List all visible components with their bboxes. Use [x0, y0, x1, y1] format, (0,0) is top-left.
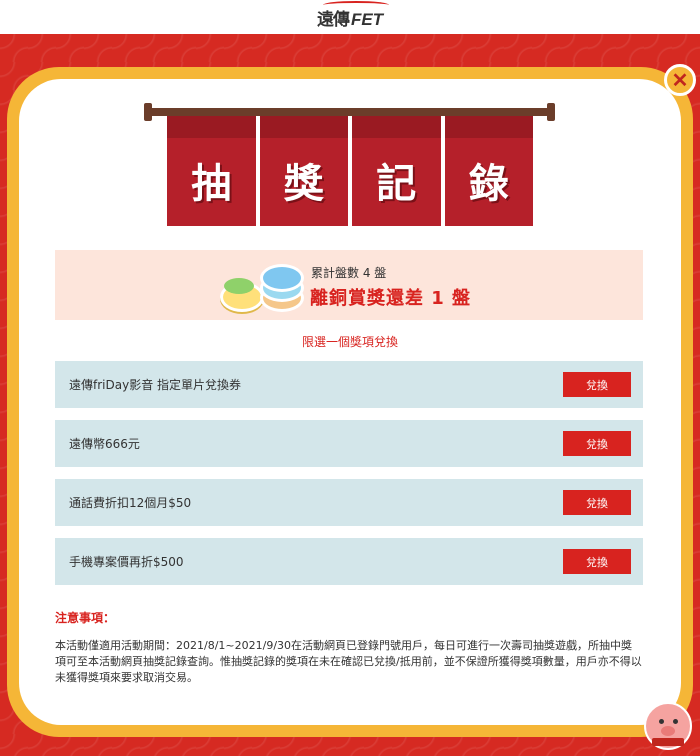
prize-row: 遠傳幣666元 兌換: [55, 420, 643, 467]
top-header: 遠傳 FET: [0, 0, 700, 34]
banner-rod-cap-right: [547, 103, 555, 121]
banner-char: 記: [376, 161, 417, 207]
prize-name: 遠傳幣666元: [69, 437, 140, 451]
logo-brand-latin: FET: [350, 9, 384, 29]
banner-rod: [146, 108, 553, 116]
prize-name: 遠傳friDay影音 指定單片兌換券: [69, 378, 242, 392]
prize-name: 手機專案價再折$500: [69, 555, 184, 569]
redeem-button[interactable]: 兌換: [563, 490, 631, 515]
pig-mascot-icon: [644, 702, 692, 750]
banner-rod-cap-left: [144, 103, 152, 121]
prize-row: 手機專案價再折$500 兌換: [55, 538, 643, 585]
close-button[interactable]: ✕: [664, 64, 696, 96]
banner-panel: 錄: [444, 116, 533, 226]
prize-row: 遠傳friDay影音 指定單片兌換券 兌換: [55, 361, 643, 408]
prize-row: 通話費折扣12個月$50 兌換: [55, 479, 643, 526]
banner-title: 抽 獎 記 錄: [167, 116, 533, 226]
choose-one-notice: 限選一個獎項兌換: [301, 335, 398, 349]
banner-panel: 獎: [259, 116, 348, 226]
banner-char: 錄: [468, 161, 509, 207]
redeem-button[interactable]: 兌換: [563, 372, 631, 397]
redeem-button[interactable]: 兌換: [563, 431, 631, 456]
close-icon: ✕: [671, 69, 689, 92]
plate-count-text: 累計盤數 4 盤: [311, 266, 387, 280]
remaining-text: 離銅賞獎還差 1 盤: [310, 288, 472, 309]
sushi-plates-icon: [218, 264, 304, 312]
notes-body: 本活動僅適用活動期間：2021/8/1~2021/9/30在活動網頁已登錄門號用…: [55, 639, 642, 684]
banner-panel: 抽: [167, 116, 256, 226]
notes-title: 注意事項：: [55, 611, 116, 625]
redeem-button[interactable]: 兌換: [563, 549, 631, 574]
banner-panel: 記: [352, 116, 441, 226]
fet-logo: 遠傳 FET: [317, 0, 389, 30]
banner-char: 獎: [283, 161, 324, 207]
banner-char: 抽: [191, 161, 232, 207]
logo-swoosh-icon: [322, 0, 389, 9]
prize-name: 通話費折扣12個月$50: [69, 496, 192, 510]
